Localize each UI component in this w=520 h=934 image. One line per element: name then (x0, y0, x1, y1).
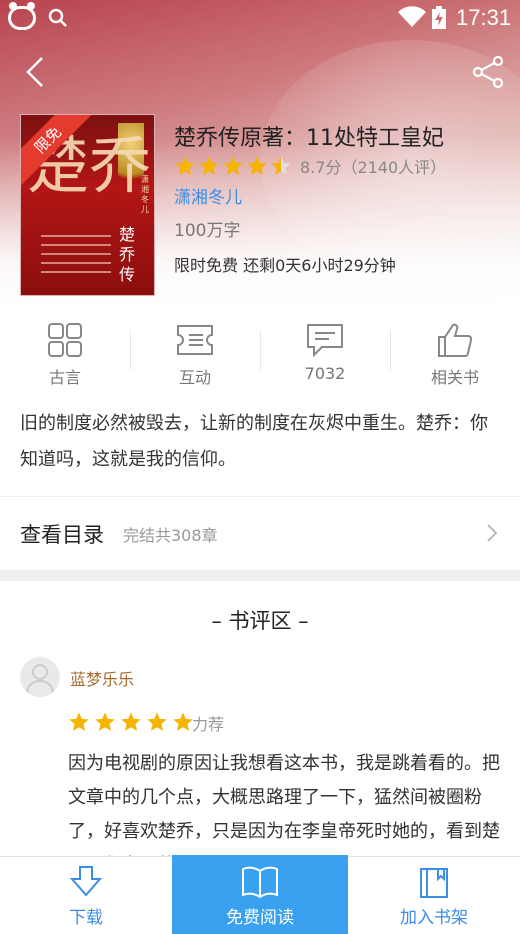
grid-icon (48, 323, 82, 357)
comment-icon (307, 324, 343, 358)
book-description: 旧的制度必然被毁去，让新的制度在灰烬中重生。楚乔：你知道吗，这就是我的信仰。 (0, 392, 520, 496)
book-cover[interactable]: 楚乔 潇湘冬儿 楚乔传 限免 (20, 114, 155, 296)
action-label: 互动 (178, 368, 211, 387)
search-status-icon (48, 8, 67, 27)
free-read-label: 免费阅读 (226, 908, 294, 928)
thumbs-up-icon (438, 323, 473, 357)
action-row: 古言 互动 7032 相关书 (0, 308, 520, 392)
action-label: 古言 (48, 368, 81, 387)
status-bar: 17:31 (0, 0, 520, 36)
ticket-icon (177, 325, 213, 355)
star-icon (175, 156, 195, 175)
action-label: 7032 (304, 364, 346, 383)
star-icon (69, 712, 89, 731)
add-to-shelf-button[interactable]: 加入书架 (348, 857, 520, 934)
star-icon (147, 712, 167, 731)
book-author-link[interactable]: 潇湘冬儿 (174, 183, 242, 208)
action-label: 相关书 (430, 368, 479, 387)
book-rating: 8.7分（2140人评） (174, 154, 446, 178)
cover-title: 楚乔传 (119, 225, 136, 284)
cover-author: 潇湘冬儿 (141, 175, 149, 214)
free-read-button[interactable]: 免费阅读 (172, 855, 348, 934)
book-header: 17:31 楚乔 潇湘冬儿 楚乔传 限免 楚乔传原著：11处特工皇妃 8.7分（… (0, 0, 520, 308)
action-comments[interactable]: 7032 (260, 308, 390, 392)
star-icon (173, 712, 193, 731)
share-button[interactable] (470, 54, 506, 90)
download-label: 下载 (69, 908, 103, 928)
bookmark-add-icon (420, 868, 448, 898)
cover-text-lines (41, 235, 111, 275)
word-count: 100万字 (174, 221, 241, 241)
star-icon (247, 156, 267, 175)
star-icon (199, 156, 219, 175)
download-icon (69, 866, 103, 897)
back-button[interactable] (18, 54, 54, 90)
status-time: 17:31 (456, 5, 512, 30)
star-icon (223, 156, 243, 175)
bottom-bar: 下载 免费阅读 加入书架 (0, 855, 520, 934)
book-title: 楚乔传原著：11处特工皇妃 (174, 126, 444, 151)
rating-stars (174, 155, 292, 177)
review-tag: 力荐 (192, 715, 225, 734)
table-of-contents-row[interactable]: 查看目录 完结共308章 (0, 496, 520, 570)
user-icon (26, 664, 54, 694)
action-genre[interactable]: 古言 (0, 308, 130, 392)
avatar[interactable] (20, 657, 60, 697)
review-stars (68, 711, 194, 733)
wifi-icon (398, 6, 426, 27)
reviewer-name[interactable]: 蓝梦乐乐 (70, 666, 134, 690)
star-icon (271, 156, 291, 175)
chevron-right-icon (487, 524, 498, 542)
review-heading: – 书评区 – (211, 609, 309, 633)
rating-score: 8.7分（2140人评） (300, 158, 447, 177)
open-book-icon (242, 866, 278, 899)
promo-countdown: 限时免费 还剩0天6小时29分钟 (174, 256, 396, 275)
toc-subtitle: 完结共308章 (123, 526, 218, 545)
add-to-shelf-label: 加入书架 (400, 908, 468, 928)
app-notification-icon (8, 2, 36, 30)
star-icon (121, 712, 141, 731)
action-interact[interactable]: 互动 (130, 308, 260, 392)
action-related[interactable]: 相关书 (390, 308, 520, 392)
toc-title: 查看目录 (20, 523, 104, 547)
star-icon (95, 712, 115, 731)
battery-charging-icon (432, 6, 446, 29)
download-button[interactable]: 下载 (0, 857, 172, 934)
